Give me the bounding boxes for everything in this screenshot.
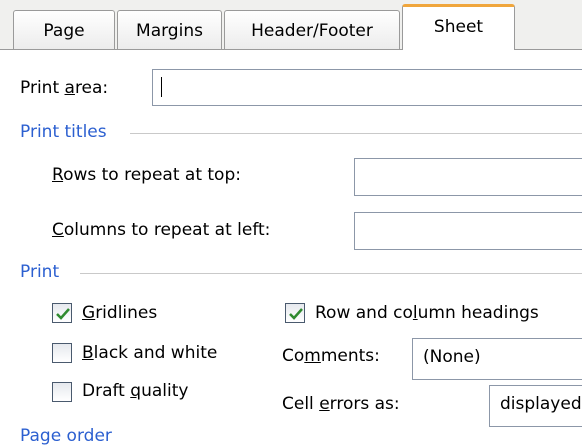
black-and-white-checkbox[interactable]: [52, 343, 72, 363]
columns-to-repeat-label: Columns to repeat at left:: [52, 220, 271, 240]
draft-quality-checkbox[interactable]: [52, 382, 72, 402]
gridlines-label[interactable]: Gridlines: [82, 303, 157, 323]
cell-errors-selected-value: displayed: [500, 394, 582, 414]
rows-to-repeat-label: Rows to repeat at top:: [52, 165, 241, 185]
checkmark-icon: [289, 308, 303, 320]
tab-label: Page: [43, 21, 85, 41]
columns-to-repeat-input[interactable]: [354, 212, 582, 250]
print-titles-divider: [130, 133, 582, 134]
tab-margins[interactable]: Margins: [117, 10, 222, 49]
cell-errors-dropdown[interactable]: displayed: [489, 385, 582, 427]
comments-label: Comments:: [282, 346, 380, 366]
text-caret: [161, 77, 162, 97]
tab-header-footer[interactable]: Header/Footer: [224, 10, 400, 49]
gridlines-checkbox[interactable]: [52, 303, 72, 323]
tab-page[interactable]: Page: [13, 10, 115, 49]
print-section-label: Print: [20, 262, 60, 282]
cell-errors-label: Cell errors as:: [282, 394, 400, 414]
tab-label: Header/Footer: [251, 21, 373, 41]
print-area-input[interactable]: [152, 69, 582, 106]
checkmark-icon: [56, 308, 70, 320]
comments-dropdown[interactable]: (None): [412, 338, 582, 380]
print-section-divider: [80, 273, 582, 274]
page-order-section-label: Page order: [20, 426, 112, 446]
print-titles-section-label: Print titles: [20, 122, 107, 142]
tab-label: Margins: [136, 21, 203, 41]
rows-to-repeat-input[interactable]: [354, 158, 582, 196]
draft-quality-label[interactable]: Draft quality: [82, 381, 188, 401]
row-column-headings-checkbox[interactable]: [285, 303, 305, 323]
print-area-label: Print area:: [20, 78, 109, 98]
row-column-headings-label[interactable]: Row and column headings: [315, 303, 539, 323]
tab-sheet[interactable]: Sheet: [402, 4, 515, 51]
comments-selected-value: (None): [423, 347, 481, 367]
tab-label: Sheet: [433, 17, 484, 37]
black-and-white-label[interactable]: Black and white: [82, 343, 217, 363]
